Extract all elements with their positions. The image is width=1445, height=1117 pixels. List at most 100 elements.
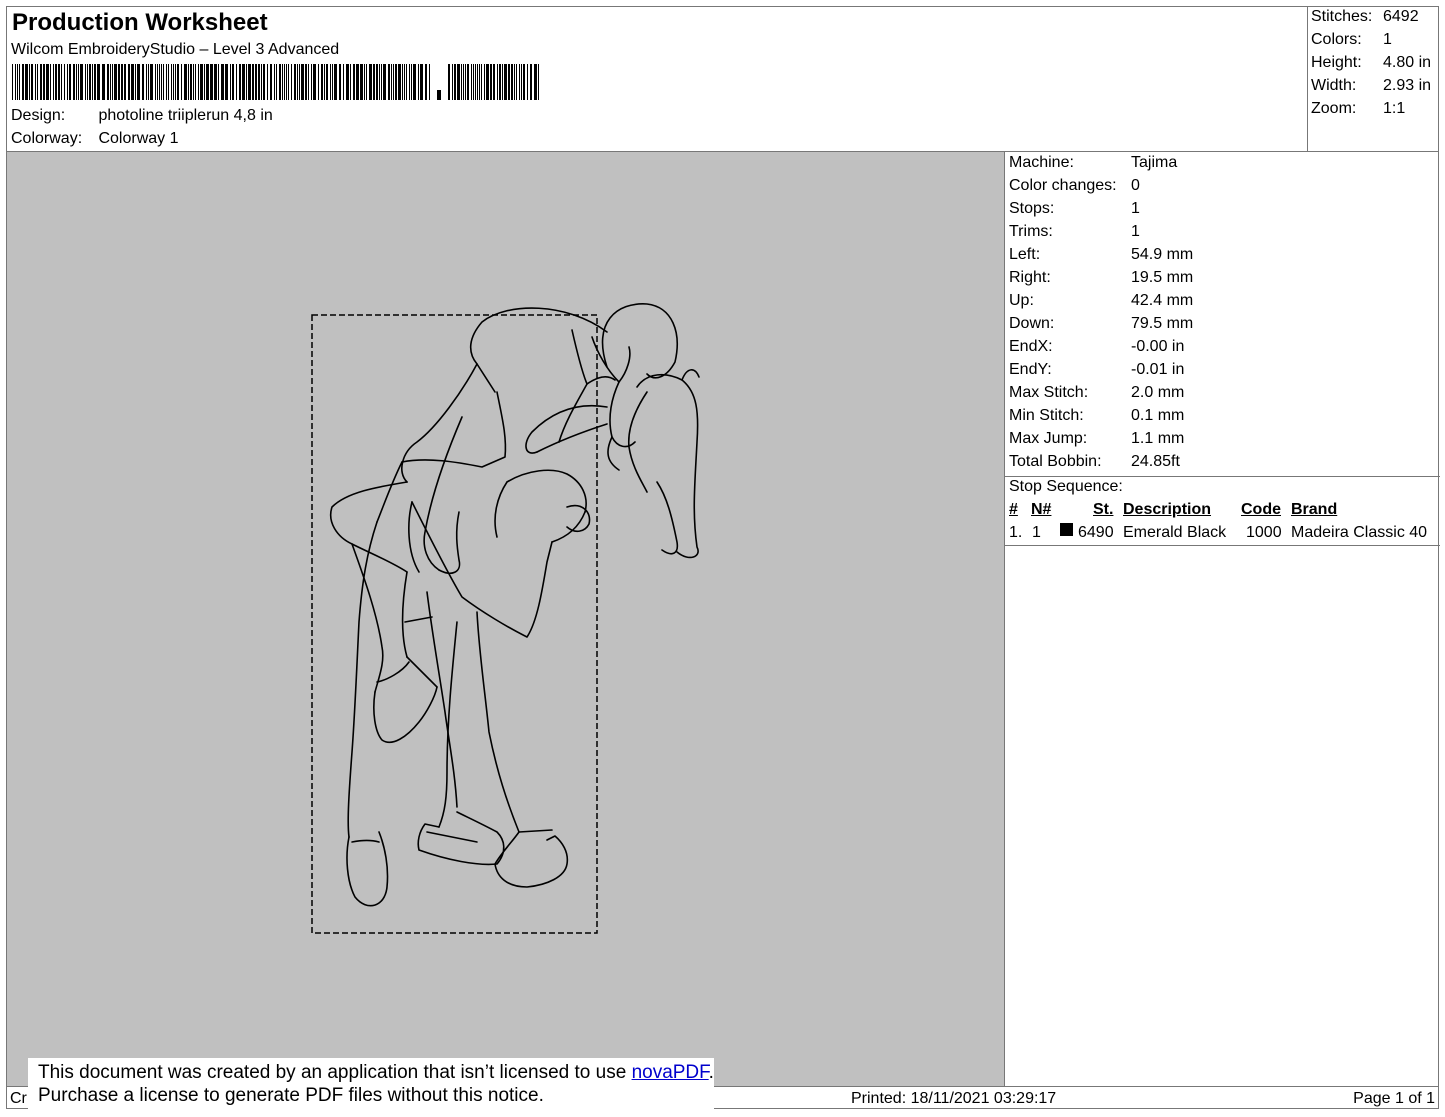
height-label: Height: (1311, 54, 1362, 71)
barcode-bar (473, 64, 474, 100)
barcode-bar (188, 64, 189, 100)
barcode-bar (148, 64, 149, 100)
barcode-bar (311, 64, 312, 100)
barcode-bar (135, 64, 136, 100)
barcode-bar (332, 64, 333, 100)
barcode-bar (388, 64, 390, 100)
max-jump-row: Max Jump: 1.1 mm (1009, 430, 1184, 448)
barcode-bar (78, 64, 79, 100)
barcode-bar (479, 64, 480, 100)
colors-label: Colors: (1311, 31, 1362, 48)
barcode-bar (177, 64, 179, 100)
barcode-bar (58, 64, 60, 100)
barcode-bar (448, 64, 450, 100)
barcode-bar (373, 64, 375, 100)
barcode-bar (112, 64, 113, 100)
barcode-bar (31, 64, 33, 100)
barcode-bar (391, 64, 392, 100)
barcode-bar (114, 64, 117, 100)
barcode-bar (297, 64, 298, 100)
barcode-bar (282, 64, 283, 100)
barcode-bar (69, 64, 71, 100)
colorway-value: Colorway 1 (98, 130, 179, 147)
col-header-n: N# (1031, 501, 1052, 518)
row-index: 1. (1009, 524, 1023, 541)
barcode-bar (55, 64, 57, 100)
barcode-bar (376, 64, 378, 100)
zoom-value: 1:1 (1383, 100, 1406, 117)
stops-value: 1 (1131, 200, 1140, 217)
right-value: 19.5 mm (1131, 269, 1194, 286)
col-header-stitches: St. (1093, 501, 1114, 518)
down-value: 79.5 mm (1131, 315, 1194, 332)
barcode-bar (198, 64, 199, 100)
up-label: Up: (1009, 292, 1034, 309)
barcode-bar (43, 64, 45, 100)
footer-cr: Cr (10, 1090, 27, 1107)
min-stitch-row: Min Stitch: 0.1 mm (1009, 407, 1184, 425)
barcode-bar (318, 64, 319, 100)
barcode-bar (508, 64, 510, 100)
height-value: 4.80 in (1383, 54, 1432, 71)
barcode-bar (530, 64, 532, 100)
barcode-bar (46, 64, 49, 100)
barcode-bar (230, 64, 231, 100)
barcode-bar (305, 64, 307, 100)
barcode-bar (150, 64, 153, 100)
barcode-bar (242, 64, 245, 100)
barcode-bar (486, 64, 489, 100)
min-stitch-label: Min Stitch: (1009, 407, 1084, 424)
barcode-bar (454, 64, 456, 100)
barcode-bar (291, 64, 292, 100)
color-changes-label: Color changes: (1009, 177, 1117, 194)
barcode-bar (502, 64, 503, 100)
barcode-bar (402, 64, 403, 100)
barcode-bar (538, 64, 539, 100)
barcode-bar (85, 64, 86, 100)
down-label: Down: (1009, 315, 1055, 332)
height-row: Height: 4.80 in (1311, 54, 1431, 72)
barcode-bar (409, 64, 410, 100)
barcode-bar (343, 64, 344, 100)
barcode-bar (263, 64, 265, 100)
barcode-bar (519, 64, 520, 100)
barcode-bar (37, 64, 38, 100)
barcode-bar (190, 64, 192, 100)
width-label: Width: (1311, 77, 1357, 94)
barcode-bar (17, 64, 18, 100)
page-title: Production Worksheet (12, 9, 268, 36)
notice-text: This document was created by an applicat… (38, 1062, 632, 1083)
barcode-bar (214, 64, 217, 100)
barcode-bar (393, 64, 394, 100)
max-jump-label: Max Jump: (1009, 430, 1088, 447)
endy-label: EndY: (1009, 361, 1052, 378)
barcode-bar (236, 64, 237, 100)
stops-row: Stops: 1 (1009, 200, 1140, 218)
barcode-bar (521, 64, 522, 100)
left-label: Left: (1009, 246, 1041, 263)
barcode-bar (161, 64, 162, 100)
barcode-bar (381, 64, 382, 100)
barcode-bar (195, 64, 196, 100)
max-stitch-row: Max Stitch: 2.0 mm (1009, 384, 1184, 402)
barcode-bar (22, 64, 24, 100)
colors-row: Colors: 1 (1311, 31, 1392, 49)
barcode-bar (339, 64, 341, 100)
barcode-bar (284, 64, 285, 100)
barcode-bar (270, 64, 272, 100)
barcode-bar (321, 64, 323, 100)
barcode-bar (299, 64, 300, 100)
machine-info-panel: Machine: Tajima Color changes: 0 Stops: 1 T… (1004, 152, 1440, 1086)
barcode-bar (128, 64, 130, 100)
barcode-bar (204, 64, 205, 100)
barcode-bar (64, 64, 65, 100)
barcode-bar (40, 64, 42, 100)
barcode-bar (92, 64, 93, 100)
barcode-bar (425, 64, 427, 100)
novapdf-link[interactable]: novaPDF (632, 1062, 709, 1083)
barcode-bar (137, 64, 140, 100)
down-row: Down: 79.5 mm (1009, 315, 1193, 333)
total-bobbin-label: Total Bobbin: (1009, 453, 1102, 470)
stitches-label: Stitches: (1311, 8, 1373, 25)
barcode-bar (463, 64, 464, 100)
